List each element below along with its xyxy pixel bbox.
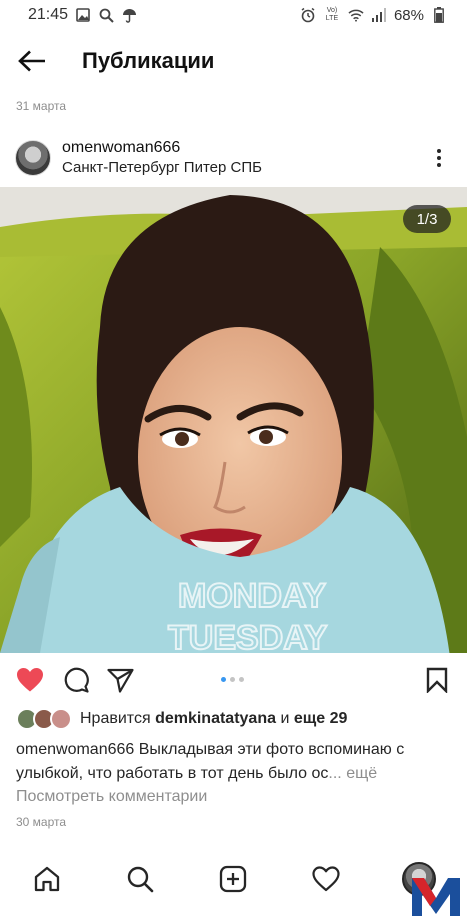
bottom-nav <box>0 852 467 920</box>
shirt-text-1: MONDAY <box>178 577 326 615</box>
search-status-icon <box>98 7 114 23</box>
nav-add-post[interactable] <box>218 864 248 894</box>
likes-row[interactable]: Нравится demkinatatyana и еще 29 <box>16 708 347 730</box>
back-button[interactable] <box>2 38 62 84</box>
wifi-icon <box>348 7 364 23</box>
carousel-dot-1 <box>221 677 226 682</box>
more-vertical-icon[interactable] <box>429 144 449 172</box>
page-title: Публикации <box>82 48 215 73</box>
volte-icon: Vo) LTE <box>325 7 339 22</box>
bookmark-icon <box>426 667 448 693</box>
add-post-icon <box>219 865 247 893</box>
search-icon <box>127 866 154 893</box>
likes-prefix: Нравится <box>80 710 151 727</box>
image-counter-badge: 1/3 <box>403 205 451 233</box>
nav-search[interactable] <box>125 864 155 894</box>
comment-button[interactable] <box>62 666 90 694</box>
post-location[interactable]: Санкт-Петербург Питер СПБ <box>62 158 262 178</box>
liker-username[interactable]: demkinatatyana <box>155 710 276 727</box>
umbrella-icon <box>121 7 137 23</box>
status-bar: 21:45 Vo) LTE 68% <box>0 0 467 30</box>
post-date-bottom: 30 марта <box>16 815 67 829</box>
comment-icon <box>64 667 89 693</box>
likes-others[interactable]: еще 29 <box>294 710 348 727</box>
status-right: Vo) LTE 68% <box>300 7 447 24</box>
battery-percent: 68% <box>393 6 424 24</box>
status-left: 21:45 <box>28 6 137 24</box>
user-avatar[interactable] <box>15 140 51 176</box>
likes-text: Нравится demkinatatyana и еще 29 <box>80 710 347 728</box>
paper-plane-icon <box>106 668 134 693</box>
caption-more-link[interactable]: ещё <box>346 765 377 782</box>
view-comments-link[interactable]: Посмотреть комментарии <box>16 788 207 806</box>
header: Публикации <box>0 38 467 84</box>
gallery-icon <box>75 7 91 23</box>
share-button[interactable] <box>106 666 134 694</box>
alarm-icon <box>300 7 316 23</box>
liker-avatar <box>50 708 72 730</box>
post-caption: omenwoman666 Выкладывая эти фото вспомин… <box>16 738 452 786</box>
caption-ellipsis: ... <box>328 765 342 782</box>
post-photo-illustration: MONDAY TUESDAY <box>0 187 467 653</box>
carousel-dot-3 <box>239 677 244 682</box>
post-photo[interactable]: MONDAY TUESDAY 1/3 <box>0 187 467 653</box>
watermark-logo <box>412 878 460 916</box>
nav-home[interactable] <box>32 864 62 894</box>
carousel-dot-2 <box>230 677 235 682</box>
like-button[interactable] <box>16 666 44 694</box>
home-icon <box>34 866 60 892</box>
caption-username[interactable]: omenwoman666 <box>16 741 134 758</box>
post-header: omenwoman666 Санкт-Петербург Питер СПБ <box>0 134 467 182</box>
battery-icon <box>431 7 447 23</box>
post-username[interactable]: omenwoman666 <box>62 138 262 158</box>
likes-middle: и <box>280 710 290 727</box>
heart-icon <box>17 668 43 692</box>
save-button[interactable] <box>423 666 451 694</box>
nav-activity[interactable] <box>311 864 341 894</box>
network-type: LTE <box>325 15 339 22</box>
arrow-left-icon <box>18 50 45 72</box>
signal-icon <box>371 7 387 23</box>
status-time: 21:45 <box>28 6 69 23</box>
shirt-text-2: TUESDAY <box>168 619 328 653</box>
post-date-top: 31 марта <box>16 99 67 113</box>
activity-heart-icon <box>312 866 340 892</box>
post-actions <box>0 662 467 698</box>
carousel-indicator <box>221 677 244 682</box>
user-block: omenwoman666 Санкт-Петербург Питер СПБ <box>62 138 262 178</box>
likers-avatars <box>16 708 72 730</box>
